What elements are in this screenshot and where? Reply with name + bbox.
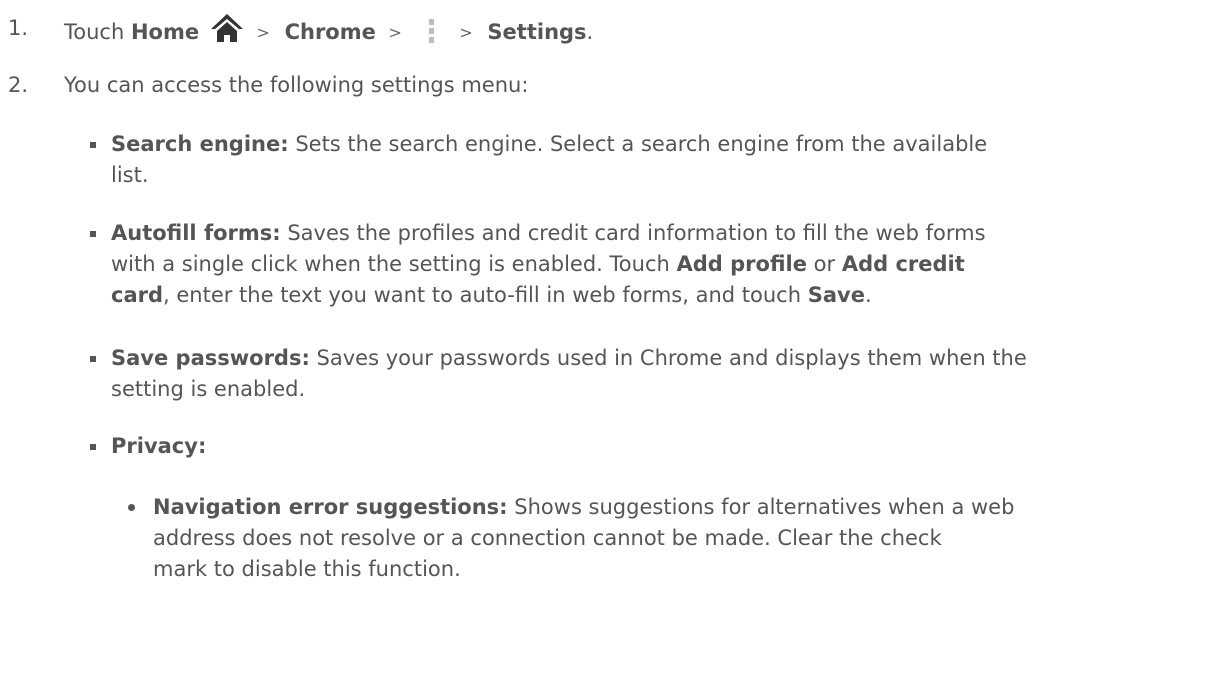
period: . xyxy=(864,283,872,307)
sub-list-item-text: Navigation error suggestions: Shows sugg… xyxy=(153,492,1183,585)
touch-word: Touch xyxy=(64,20,125,44)
separator: > xyxy=(388,23,402,42)
item-desc: Saves your passwords used in Chrome and … xyxy=(316,346,1027,370)
bullet-dot xyxy=(128,504,135,511)
card-label: card xyxy=(111,283,164,307)
item-desc: mark to disable this function. xyxy=(153,557,461,581)
item-title: Autofill forms: xyxy=(111,221,281,245)
item-title: Search engine: xyxy=(111,132,289,156)
step-1-text: Touch Home > Chrome > > Settings. xyxy=(64,13,593,48)
separator: > xyxy=(459,23,473,42)
item-title: Save passwords: xyxy=(111,346,310,370)
item-desc: with a single click when the setting is … xyxy=(111,252,670,276)
overflow-menu-icon xyxy=(428,19,434,43)
item-desc: Shows suggestions for alternatives when … xyxy=(514,495,1015,519)
item-desc: or xyxy=(813,252,836,276)
bullet-square xyxy=(90,142,96,148)
separator: > xyxy=(256,23,270,42)
item-desc: , enter the text you want to auto-fill i… xyxy=(163,283,802,307)
save-label: Save xyxy=(807,283,865,307)
item-desc: list. xyxy=(111,163,149,187)
item-desc: Saves the profiles and credit card infor… xyxy=(287,221,986,245)
bullet-square xyxy=(90,444,96,450)
list-item-text: Search engine: Sets the search engine. S… xyxy=(111,129,1201,191)
step-2-text: You can access the following settings me… xyxy=(64,73,529,97)
bullet-square xyxy=(90,356,96,362)
home-icon xyxy=(210,14,243,42)
list-item-text: Save passwords: Saves your passwords use… xyxy=(111,343,1201,405)
item-desc: Sets the search engine. Select a search … xyxy=(295,132,988,156)
bullet-square xyxy=(90,231,96,237)
list-item-text: Privacy: xyxy=(111,431,1201,462)
period: . xyxy=(586,20,594,44)
list-item-text: Autofill forms: Saves the profiles and c… xyxy=(111,218,1201,311)
item-title: Privacy: xyxy=(111,434,207,458)
step-number: 2. xyxy=(8,73,29,97)
add-credit-label: Add credit xyxy=(841,252,965,276)
step-number: 1. xyxy=(8,16,29,40)
item-desc: address does not resolve or a connection… xyxy=(153,526,942,550)
item-title: Navigation error suggestions: xyxy=(153,495,508,519)
item-desc: setting is enabled. xyxy=(111,377,306,401)
settings-label: Settings xyxy=(487,20,587,44)
home-label: Home xyxy=(130,20,200,44)
chrome-label: Chrome xyxy=(284,20,376,44)
add-profile-label: Add profile xyxy=(676,252,807,276)
